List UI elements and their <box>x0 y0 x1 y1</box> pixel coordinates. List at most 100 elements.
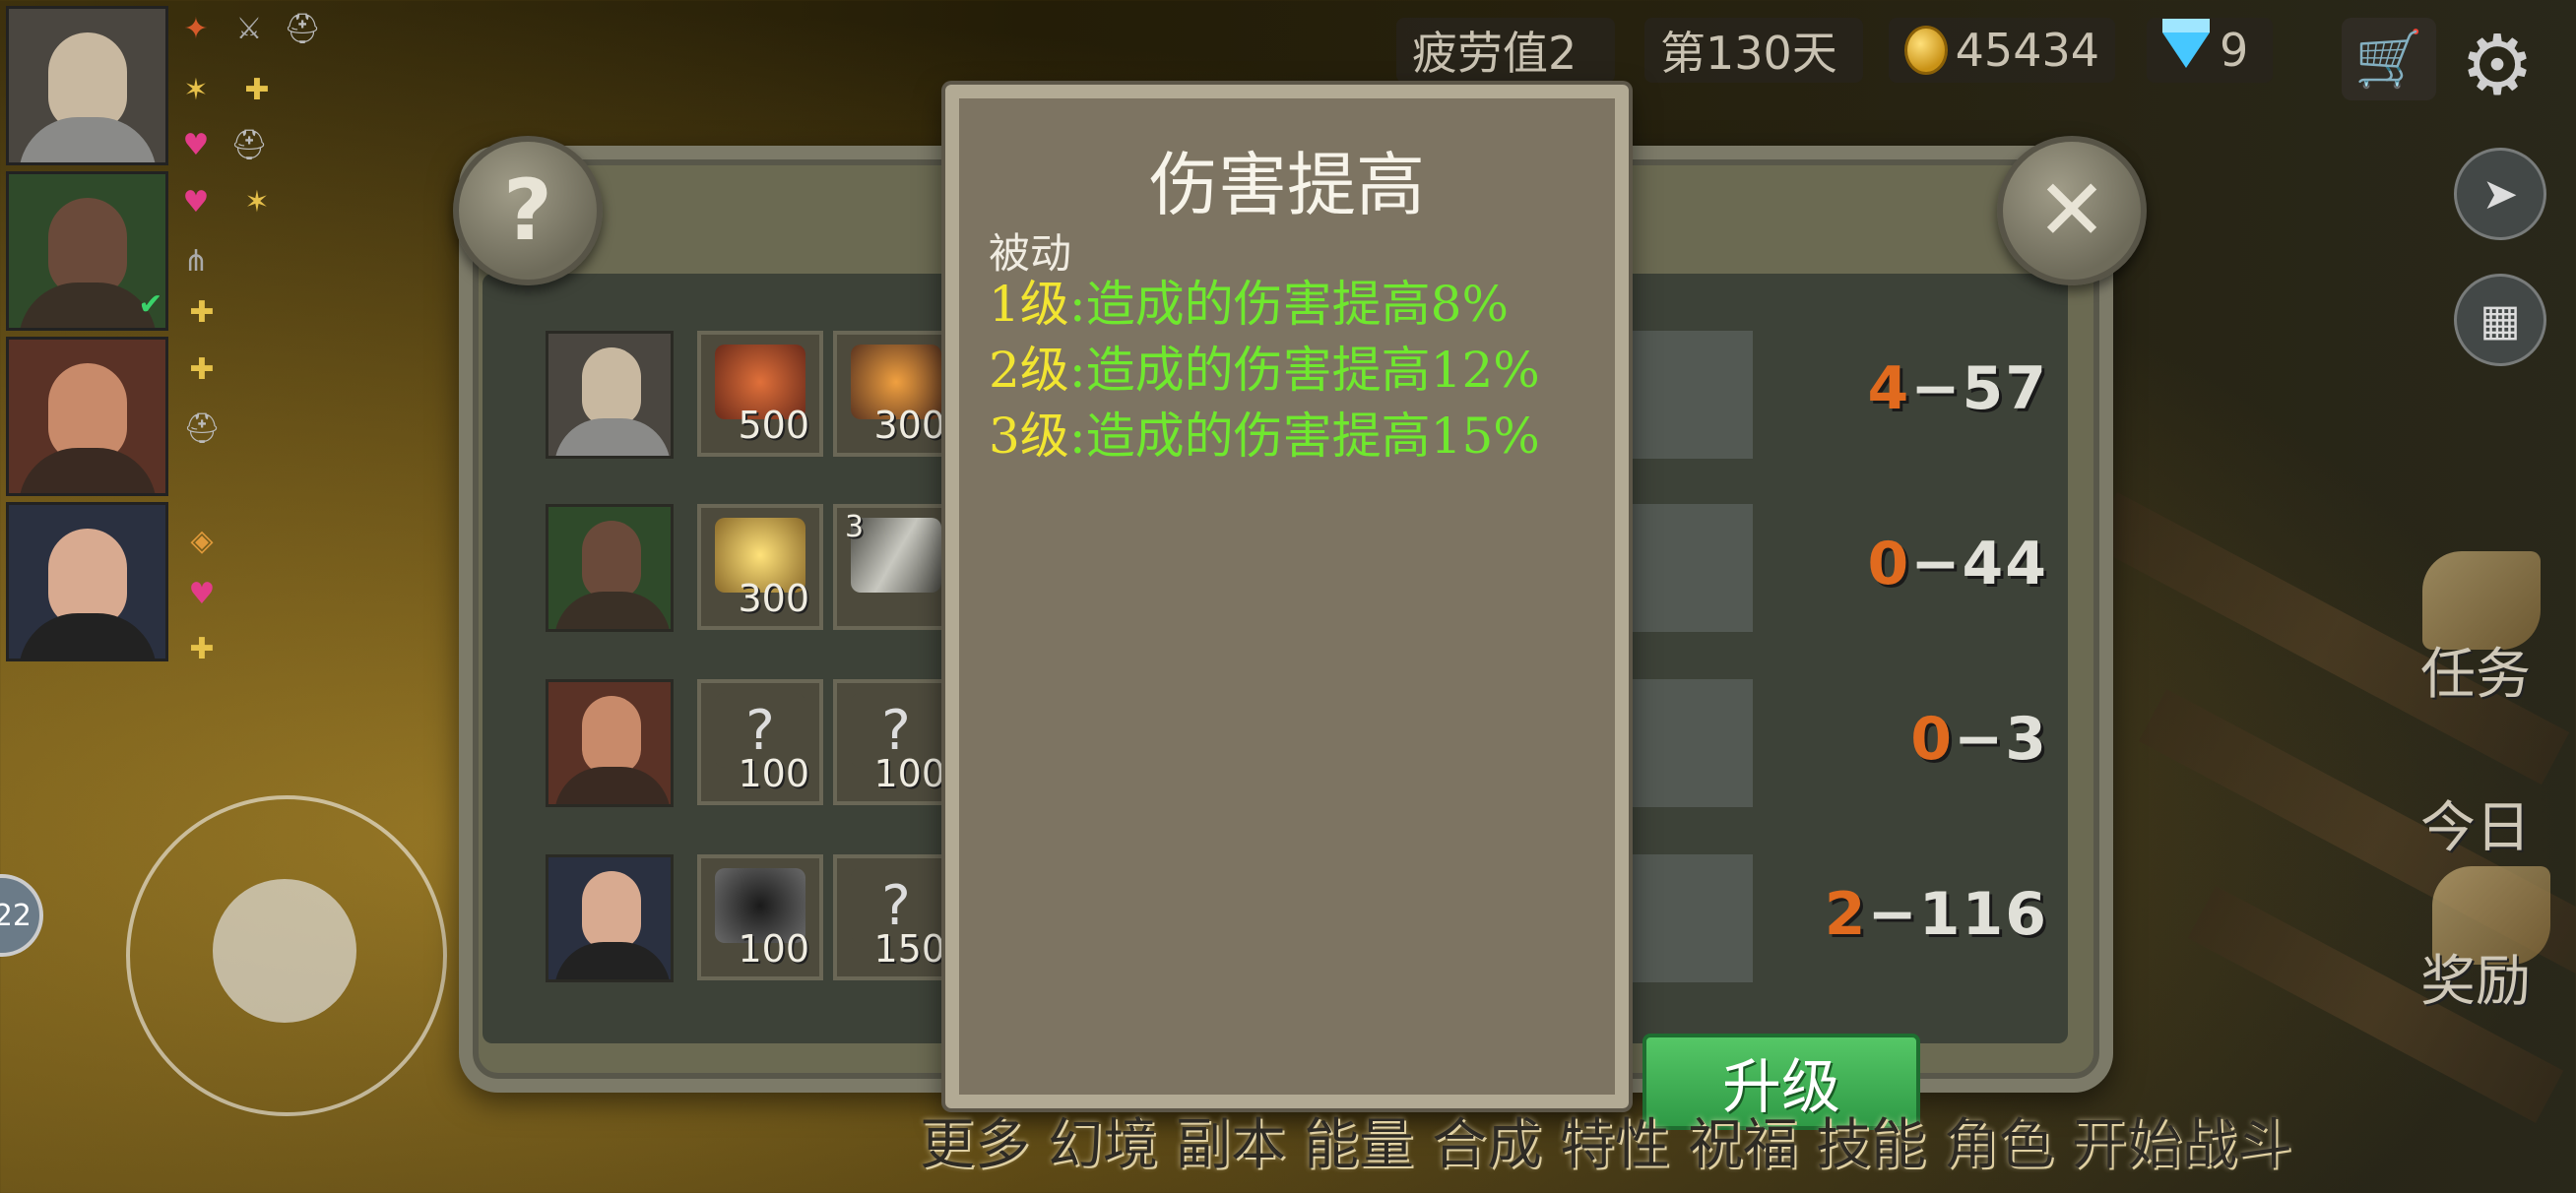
grid-icon: ▦ <box>2479 294 2521 345</box>
menu-skills[interactable]: 技能 <box>1816 1100 1926 1180</box>
score-primary: 0 <box>1910 705 1954 774</box>
empty-slot <box>1631 331 1753 459</box>
grid-menu-button[interactable]: ▦ <box>2454 274 2546 366</box>
plus-icon: ✚ <box>189 294 215 330</box>
menu-more[interactable]: 更多 <box>920 1100 1030 1180</box>
empty-slot <box>1631 679 1753 807</box>
party-portrait-redhead[interactable] <box>6 337 168 496</box>
party-portrait-elder[interactable] <box>6 6 168 165</box>
menu-craft[interactable]: 合成 <box>1432 1100 1542 1180</box>
skill-level-line: 3级:造成的伤害提高15% <box>989 404 1599 470</box>
plus-icon: ✚ <box>189 351 215 387</box>
skill-level-line: 1级:造成的伤害提高8% <box>989 272 1599 338</box>
row-score: 0−3 <box>1910 705 2048 774</box>
checkmark-icon: ✔ <box>138 286 163 322</box>
locate-button[interactable]: ➤ <box>2454 148 2546 240</box>
skill-cost: 300 <box>738 577 809 620</box>
score-secondary: 44 <box>1962 530 2048 598</box>
skill-cost: 100 <box>738 927 809 971</box>
skill-slot[interactable]: 300 <box>833 331 959 457</box>
menu-start-battle[interactable]: 开始战斗 <box>2072 1100 2292 1180</box>
menu-traits[interactable]: 特性 <box>1560 1100 1670 1180</box>
bottom-menu: 更多 幻境 副本 能量 合成 特性 祝福 技能 角色 开始战斗 <box>920 1100 2310 1180</box>
heart-icon: ♥ <box>182 127 210 162</box>
score-secondary: 57 <box>1962 354 2048 423</box>
score-primary: 2 <box>1824 880 1868 949</box>
skill-slot[interactable]: 100 <box>697 854 823 980</box>
row-score: 0−44 <box>1867 530 2048 598</box>
level-tag: 2级 <box>989 342 1069 399</box>
menu-characters[interactable]: 角色 <box>1944 1100 2054 1180</box>
plus-icon: ✚ <box>189 631 215 666</box>
diamond-icon <box>2162 19 2210 68</box>
row-portrait-woman[interactable] <box>546 854 674 982</box>
skill-slot[interactable]: ? 100 <box>833 679 959 805</box>
empty-slot <box>1631 854 1753 982</box>
skill-cost: 500 <box>738 404 809 447</box>
menu-energy[interactable]: 能量 <box>1304 1100 1414 1180</box>
score-secondary: 116 <box>1918 880 2048 949</box>
joystick-thumb[interactable] <box>213 879 356 1023</box>
status-star-icon: ✶ <box>183 72 209 107</box>
row-portrait-elder[interactable] <box>546 331 674 459</box>
row-portrait-hooded[interactable] <box>546 504 674 632</box>
skill-level-line: 2级:造成的伤害提高12% <box>989 338 1599 404</box>
status-star-icon: ✶ <box>244 184 270 220</box>
level-badge-value: 22 <box>0 898 32 933</box>
fatigue-display: 疲劳值2 <box>1396 18 1615 83</box>
level-text: :造成的伤害提高8% <box>1068 276 1509 333</box>
skill-cost: 100 <box>873 752 945 795</box>
gold-value: 45434 <box>1955 24 2099 77</box>
close-icon: ✕ <box>2035 161 2108 260</box>
skill-slot[interactable]: ? 100 <box>697 679 823 805</box>
skill-tooltip: 伤害提高 被动 1级:造成的伤害提高8% 2级:造成的伤害提高12% 3级:造成… <box>945 85 1629 1108</box>
score-secondary: 3 <box>2005 705 2048 774</box>
heart-icon: ♥ <box>182 184 210 220</box>
skill-cost: 150 <box>873 927 945 971</box>
skill-slot[interactable]: ? 150 <box>833 854 959 980</box>
menu-blessing[interactable]: 祝福 <box>1688 1100 1798 1180</box>
rewards-button[interactable]: 奖励 <box>2420 937 2531 1017</box>
status-rune-icon: ◈ <box>190 523 214 558</box>
skill-title: 伤害提高 <box>1149 145 1425 225</box>
skill-slot[interactable]: 3 <box>833 504 959 630</box>
level-text: :造成的伤害提高15% <box>1068 408 1540 465</box>
level-tag: 1级 <box>989 276 1069 333</box>
level-text: :造成的伤害提高12% <box>1068 342 1540 399</box>
close-button[interactable]: ✕ <box>1997 136 2147 285</box>
claw-icon: ⋔ <box>183 243 209 279</box>
menu-dungeon[interactable]: 副本 <box>1176 1100 1286 1180</box>
skill-slot[interactable]: 500 <box>697 331 823 457</box>
shopping-cart-icon: 🛒 <box>2354 28 2423 92</box>
score-primary: 4 <box>1867 354 1911 423</box>
help-button[interactable]: ? <box>453 136 603 285</box>
status-buff-icon: ✦ <box>183 11 209 46</box>
fatigue-value: 疲劳值2 <box>1412 27 1578 80</box>
skill-cost: 300 <box>873 404 945 447</box>
menu-illusion[interactable]: 幻境 <box>1048 1100 1158 1180</box>
skill-cost: 100 <box>738 752 809 795</box>
heart-icon: ♥ <box>188 576 216 611</box>
skill-slot[interactable]: 300 <box>697 504 823 630</box>
day-display: 第130天 <box>1644 18 1863 83</box>
daily-button[interactable]: 今日 <box>2420 784 2531 863</box>
day-value: 第130天 <box>1660 27 1837 80</box>
skill-level: 3 <box>845 510 865 544</box>
tasks-button[interactable]: 任务 <box>2420 630 2531 710</box>
empty-slot <box>1631 504 1753 632</box>
party-portrait-woman[interactable] <box>6 502 168 661</box>
question-icon: ? <box>503 161 552 260</box>
skill-levels: 1级:造成的伤害提高8% 2级:造成的伤害提高12% 3级:造成的伤害提高15% <box>989 272 1599 470</box>
gem-value: 9 <box>2220 24 2249 77</box>
plus-icon: ✚ <box>244 72 270 107</box>
helmet-icon: ⛑ <box>182 410 222 446</box>
gem-display[interactable]: 9 <box>2147 18 2273 83</box>
shop-button[interactable]: 🛒 <box>2342 18 2436 100</box>
settings-button[interactable]: ⚙ <box>2450 17 2544 113</box>
gold-display[interactable]: 45434 <box>1889 18 2115 83</box>
row-score: 4−57 <box>1867 354 2048 423</box>
gold-coin-icon <box>1904 26 1948 75</box>
status-slash-icon: ⚔ <box>235 11 263 46</box>
row-portrait-redhead[interactable] <box>546 679 674 807</box>
gear-icon: ⚙ <box>2460 17 2535 113</box>
